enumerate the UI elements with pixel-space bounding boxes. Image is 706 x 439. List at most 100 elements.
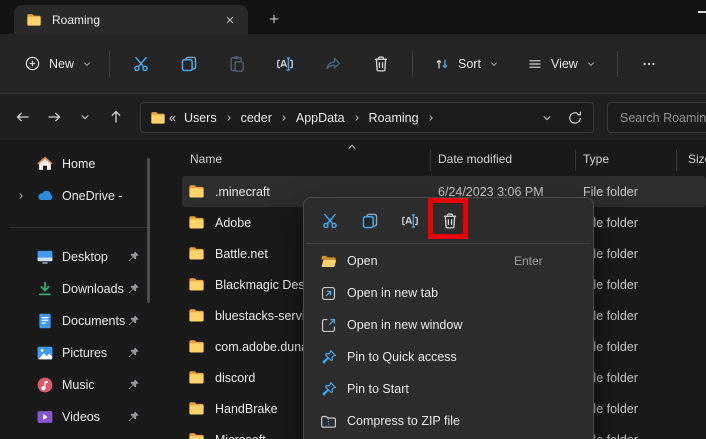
toolbar-delete-button[interactable]	[361, 46, 401, 82]
cut-icon	[321, 212, 339, 230]
new-tab-button[interactable]	[261, 8, 287, 30]
breadcrumb-collapsed[interactable]: «	[166, 109, 179, 127]
toolbar-share-button[interactable]	[313, 46, 353, 82]
menu-item-pin-to-start[interactable]: Pin to Start	[308, 373, 589, 405]
sidebar-item-home[interactable]: Home	[4, 148, 176, 180]
pinned-icon	[126, 378, 140, 392]
desktop-icon	[36, 248, 54, 266]
sidebar-item-onedrive-pers[interactable]: OneDrive - Pers	[4, 180, 176, 212]
sidebar-scrollbar[interactable]	[147, 158, 150, 303]
back-arrow-icon	[15, 109, 31, 125]
tab-bar: Roaming	[0, 0, 706, 34]
sidebar-item-label: Home	[62, 157, 126, 171]
command-bar: New Sort View	[0, 34, 706, 93]
address-bar-end	[541, 110, 587, 126]
context-copy-button[interactable]	[352, 204, 388, 238]
divider	[412, 51, 413, 77]
menu-item-label: Open in new tab	[347, 286, 438, 300]
breadcrumb-chevron-icon[interactable]	[224, 113, 234, 123]
expand-chevron-icon[interactable]	[16, 191, 30, 201]
menu-item-open-in-new-window[interactable]: Open in new window	[308, 309, 589, 341]
sidebar-item-label: Pictures	[62, 346, 126, 360]
sidebar-item-downloads[interactable]: Downloads	[4, 273, 176, 305]
column-divider	[430, 150, 431, 171]
menu-item-compress-to-zip-file[interactable]: Compress to ZIP file	[308, 405, 589, 437]
folder-icon	[188, 338, 205, 355]
share-icon	[324, 55, 342, 73]
refresh-icon[interactable]	[567, 110, 583, 126]
breadcrumb-chevron-icon[interactable]	[279, 113, 289, 123]
open-new-tab-icon	[320, 285, 337, 302]
context-menu-quick-actions	[304, 198, 593, 243]
menu-item-label: Compress to ZIP file	[347, 414, 460, 428]
breadcrumb-segment-roaming[interactable]: Roaming	[364, 109, 424, 127]
column-header-name[interactable]: Name	[190, 152, 222, 166]
search-input[interactable]	[618, 110, 706, 126]
address-row: « Users ceder AppData Roaming	[0, 93, 706, 140]
sidebar-item-desktop[interactable]: Desktop	[4, 241, 176, 273]
toolbar-copy-button[interactable]	[169, 46, 209, 82]
home-icon	[36, 155, 54, 173]
divider	[10, 227, 150, 228]
menu-item-label: Open	[347, 254, 378, 268]
menu-item-pin-to-quick-access[interactable]: Pin to Quick access	[308, 341, 589, 373]
breadcrumb-segment-appdata[interactable]: AppData	[291, 109, 350, 127]
breadcrumb-segment-users[interactable]: Users	[179, 109, 222, 127]
back-button[interactable]	[7, 102, 38, 132]
pinned-icon	[126, 314, 140, 328]
breadcrumb-chevron-icon[interactable]	[426, 113, 436, 123]
pinned-icon	[126, 378, 140, 392]
toolbar-rename-button[interactable]	[265, 46, 305, 82]
folder-icon	[188, 214, 205, 231]
sort-ascending-indicator	[346, 141, 358, 153]
chevron-down-icon	[489, 59, 499, 69]
file-name: .minecraft	[215, 185, 270, 199]
pinned-icon	[126, 410, 140, 424]
sidebar-item-pictures[interactable]: Pictures	[4, 337, 176, 369]
sidebar-item-label: OneDrive - Pers	[62, 189, 126, 203]
tab-roaming[interactable]: Roaming	[14, 5, 248, 34]
see-more-button[interactable]	[629, 46, 669, 82]
breadcrumb-segment-ceder[interactable]: ceder	[236, 109, 277, 127]
tab-close-button[interactable]	[218, 9, 242, 31]
copy-icon	[180, 55, 198, 73]
minimize-button-partial[interactable]	[698, 11, 706, 13]
sort-button[interactable]: Sort	[423, 47, 510, 81]
menu-item-open-in-new-tab[interactable]: Open in new tab	[308, 277, 589, 309]
file-type: File folder	[583, 185, 638, 199]
sidebar-pinned-list: Desktop Downloads Documents Pictures MusicVi…	[0, 241, 180, 433]
view-button[interactable]: View	[516, 47, 607, 81]
column-header-size[interactable]: Size	[688, 152, 706, 166]
divider	[617, 51, 618, 77]
column-header-date-modified[interactable]: Date modified	[438, 152, 512, 166]
rename-icon	[401, 212, 419, 230]
sidebar-item-label: Desktop	[62, 250, 126, 264]
recent-locations-button[interactable]	[69, 102, 100, 132]
context-rename-button[interactable]	[392, 204, 428, 238]
up-button[interactable]	[100, 102, 131, 132]
sidebar-item-music[interactable]: Music	[4, 369, 176, 401]
toolbar-paste-button[interactable]	[217, 46, 257, 82]
plus-circle-icon	[24, 55, 41, 72]
sidebar-item-label: Documents	[62, 314, 126, 328]
toolbar-cut-button[interactable]	[121, 46, 161, 82]
zip-icon	[320, 413, 337, 430]
menu-item-label: Open in new window	[347, 318, 462, 332]
address-dropdown-chevron-icon[interactable]	[541, 112, 553, 124]
menu-item-open[interactable]: OpenEnter	[308, 245, 589, 277]
open-new-window-icon	[320, 317, 337, 334]
file-explorer-window: Roaming New Sort View	[0, 0, 706, 439]
column-header-type[interactable]: Type	[583, 152, 609, 166]
folder-icon	[188, 276, 205, 293]
sidebar-item-videos[interactable]: Videos	[4, 401, 176, 433]
sidebar-item-documents[interactable]: Documents	[4, 305, 176, 337]
address-bar[interactable]: « Users ceder AppData Roaming	[140, 102, 594, 133]
sidebar-item-label: Downloads	[62, 282, 126, 296]
folder-icon	[188, 245, 205, 262]
breadcrumb-chevron-icon[interactable]	[352, 113, 362, 123]
forward-button[interactable]	[38, 102, 69, 132]
new-button[interactable]: New	[14, 47, 102, 80]
chevron-down-icon	[82, 59, 92, 69]
context-cut-button[interactable]	[312, 204, 348, 238]
copy-icon	[361, 212, 379, 230]
